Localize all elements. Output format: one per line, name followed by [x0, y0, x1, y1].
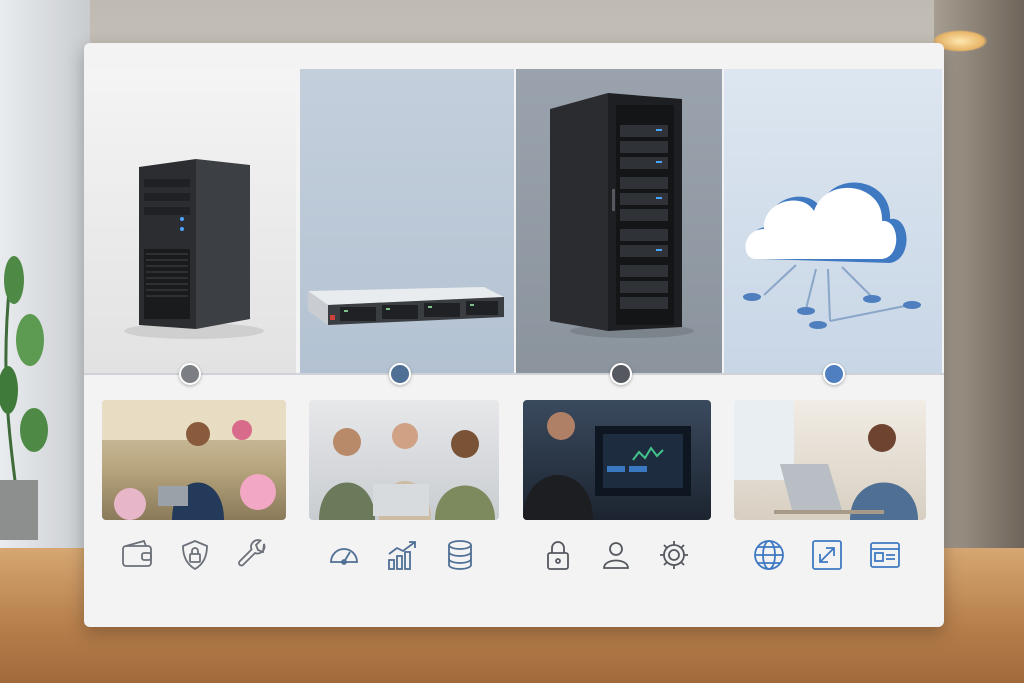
- icon-group-cabinet: [541, 538, 691, 572]
- timeline-dot-tower: [179, 363, 201, 385]
- photo-it-admin: [523, 400, 711, 520]
- expand-icon: [810, 538, 844, 572]
- user-icon: [599, 538, 633, 572]
- speedometer-icon: [327, 538, 361, 572]
- photo-team: [309, 400, 499, 520]
- cloud-image: [743, 182, 921, 329]
- background-plant: [0, 256, 48, 540]
- icon-group-tower: [120, 538, 270, 572]
- timeline-dot-cabinet: [610, 363, 632, 385]
- wrench-icon: [236, 538, 270, 572]
- photo-florist: [102, 400, 286, 520]
- tile-cloud: [724, 69, 942, 373]
- gear-icon: [657, 538, 691, 572]
- tile-server-cabinet: [516, 69, 722, 373]
- timeline-dot-cloud: [823, 363, 845, 385]
- server-cabinet-image: [550, 93, 694, 338]
- wallet-icon: [120, 538, 154, 572]
- infographic-panel: [84, 43, 944, 627]
- photo-remote-worker: [734, 400, 926, 520]
- icon-group-cloud: [752, 538, 902, 572]
- tile-tower-server: [84, 69, 296, 373]
- window-icon: [868, 538, 902, 572]
- globe-icon: [752, 538, 786, 572]
- icon-group-rack: [327, 538, 477, 572]
- timeline-dot-rack: [389, 363, 411, 385]
- tower-server-image: [124, 159, 264, 339]
- tile-rack-server: [300, 69, 514, 373]
- growth-chart-icon: [385, 538, 419, 572]
- timeline-track: [84, 373, 944, 375]
- background-office: [934, 0, 1024, 550]
- database-icon: [443, 538, 477, 572]
- shield-lock-icon: [178, 538, 212, 572]
- padlock-icon: [541, 538, 575, 572]
- rack-server-image: [308, 287, 504, 325]
